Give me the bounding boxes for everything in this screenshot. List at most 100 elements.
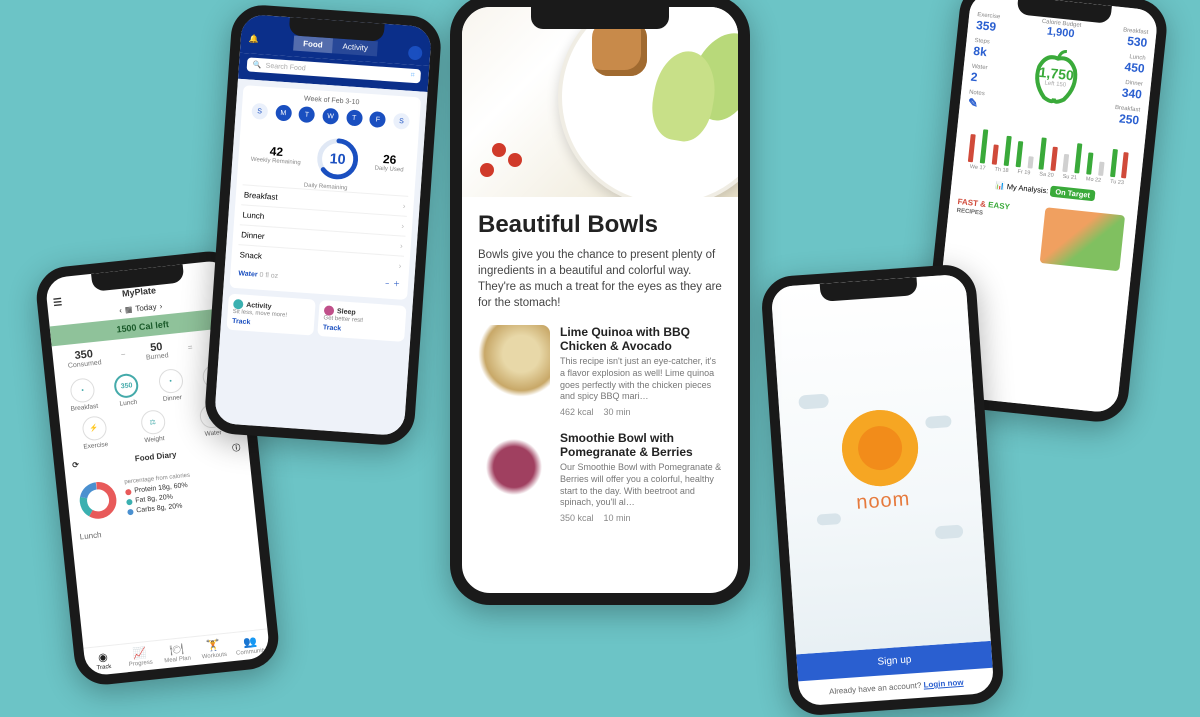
exercise-icon: ⚡ (81, 415, 107, 441)
diary-title: Food Diary (134, 450, 176, 463)
water-amount: 0 fl oz (259, 271, 278, 279)
tab-community[interactable]: 👥Community (231, 629, 271, 661)
cloud-icon (817, 513, 842, 526)
points-card: Week of Feb 3-10 S M T W T F S 42Weekly … (229, 85, 421, 300)
activity-card[interactable]: Activity Sit less, move more! Track (226, 294, 315, 336)
menu-icon[interactable]: ☰ (53, 297, 63, 309)
day-label: Sa 20 (1039, 171, 1054, 178)
sleep-icon (324, 305, 335, 316)
cat-exercise[interactable]: ⚡Exercise (63, 413, 125, 452)
recipe-card[interactable]: Lime Quinoa with BBQ Chicken & Avocado T… (478, 325, 722, 417)
day-label: Tu 23 (1110, 179, 1124, 186)
track-link[interactable]: Track (232, 318, 309, 330)
stat-notes[interactable]: Notes✎ (967, 90, 985, 112)
progress-icon: 📈 (121, 645, 159, 662)
tab-label: Workouts (202, 652, 228, 661)
article-title: Beautiful Bowls (478, 211, 722, 239)
tab-track[interactable]: ◉Track (83, 645, 123, 677)
daily-used: 26Daily Used (374, 151, 404, 173)
legend-text: Carbs 8g, 20% (136, 503, 183, 515)
meal-label: Snack (239, 250, 262, 261)
chart-bar (1086, 152, 1093, 174)
stat-value: 2 (970, 70, 987, 86)
recipe-promo[interactable]: FAST & EASY RECIPES (952, 194, 1130, 276)
recipe-info: Smoothie Bowl with Pomegranate & Berries… (560, 431, 722, 523)
stat-dinner[interactable]: Dinner340 (1121, 80, 1143, 102)
notes-icon: ✎ (967, 96, 984, 112)
chart-bar (1074, 143, 1082, 173)
recipe-title: Lime Quinoa with BBQ Chicken & Avocado (560, 325, 722, 353)
activity-sleep-row: Activity Sit less, move more! Track Slee… (226, 294, 406, 342)
day-label: Th 18 (994, 167, 1009, 174)
next-day-icon[interactable]: › (159, 302, 163, 311)
cat-weight[interactable]: ⚖Weight (122, 407, 184, 446)
tab-food[interactable]: Food (293, 35, 333, 53)
chevron-right-icon: › (400, 241, 403, 250)
lifesum-phone: Beautiful Bowls Bowls give you the chanc… (450, 0, 750, 605)
stat-breakfast[interactable]: Breakfast530 (1121, 27, 1148, 50)
notch (531, 7, 669, 29)
plus-icon[interactable]: ＋ (393, 281, 400, 288)
stat-breakfast2[interactable]: Breakfast250 (1113, 105, 1140, 128)
tab-mealplan[interactable]: 🍽Meal Plan (157, 637, 197, 669)
stat-value: 8k (973, 44, 990, 60)
dinner-icon: • (157, 368, 183, 394)
chart-bar (1015, 141, 1023, 167)
chart-bar (1110, 149, 1118, 177)
meal-label: Dinner (241, 230, 265, 241)
login-question: Already have an account? (829, 681, 922, 696)
card-title: Activity (246, 301, 272, 310)
recipe-meta: 462 kcal30 min (560, 407, 722, 417)
stat-water[interactable]: Water2 (970, 64, 988, 86)
breakfast-icon: • (69, 377, 95, 403)
cat-breakfast[interactable]: •Breakfast (59, 376, 106, 413)
recipe-card[interactable]: Smoothie Bowl with Pomegranate & Berries… (478, 431, 722, 523)
minus-icon: − (120, 350, 126, 359)
day-w[interactable]: W (322, 108, 339, 125)
chicken-icon (592, 21, 647, 76)
macro-legend: percentage from calories Protein 18g, 60… (124, 469, 194, 520)
bottom-tabbar: ◉Track 📈Progress 🍽Meal Plan 🏋Workouts 👥C… (83, 628, 270, 676)
fast-text: FAST & (957, 197, 986, 209)
chevron-right-icon: › (403, 202, 406, 211)
stat-lunch[interactable]: Lunch450 (1124, 54, 1146, 76)
gauge-center-value: 10 (329, 151, 346, 168)
cat-lunch[interactable]: 350Lunch (103, 372, 150, 409)
legend-text: Fat 8g, 20% (135, 494, 173, 505)
left-label: Left (1044, 80, 1055, 87)
chart-bar (1098, 162, 1104, 176)
day-m[interactable]: M (275, 104, 292, 121)
stat-steps[interactable]: Steps8k (973, 38, 990, 59)
stat-value: 530 (1121, 33, 1148, 50)
sleep-card[interactable]: Sleep Get better rest! Track (317, 300, 406, 342)
day-s[interactable]: S (251, 103, 268, 120)
tab-progress[interactable]: 📈Progress (120, 641, 160, 673)
stat-consumed: 350Consumed (66, 347, 102, 369)
prev-day-icon[interactable]: ‹ (119, 306, 123, 315)
tomato-icon (480, 163, 494, 177)
day-f[interactable]: F (369, 111, 386, 128)
recipe-kcal: 350 kcal (560, 513, 594, 523)
bell-icon[interactable]: 🔔 (248, 34, 259, 44)
tab-workouts[interactable]: 🏋Workouts (194, 633, 234, 665)
meal-label: Breakfast (244, 190, 278, 201)
card-title: Sleep (337, 308, 356, 316)
left-sub-value: 150 (1056, 82, 1067, 89)
analysis-badge: On Target (1050, 186, 1096, 202)
sync-icon[interactable]: ⟳ (72, 460, 80, 470)
barcode-icon[interactable]: ⌗ (410, 72, 415, 80)
cat-dinner[interactable]: •Dinner (147, 367, 194, 404)
noom-phone: noom Sign up Already have an account? Lo… (760, 263, 1005, 717)
day-s2[interactable]: S (393, 113, 410, 130)
cloud-icon (798, 394, 829, 410)
stat-exercise[interactable]: Exercise359 (975, 12, 1000, 34)
info-icon[interactable]: ⓘ (232, 442, 241, 454)
minus-icon[interactable]: − (385, 280, 390, 287)
day-t[interactable]: T (298, 106, 315, 123)
recipe-title: Smoothie Bowl with Pomegranate & Berries (560, 431, 722, 459)
recipe-time: 30 min (604, 407, 631, 417)
login-link[interactable]: Login now (923, 678, 964, 690)
stat-burned: 50Burned (145, 340, 169, 361)
day-t2[interactable]: T (346, 109, 363, 126)
track-link[interactable]: Track (323, 324, 400, 336)
